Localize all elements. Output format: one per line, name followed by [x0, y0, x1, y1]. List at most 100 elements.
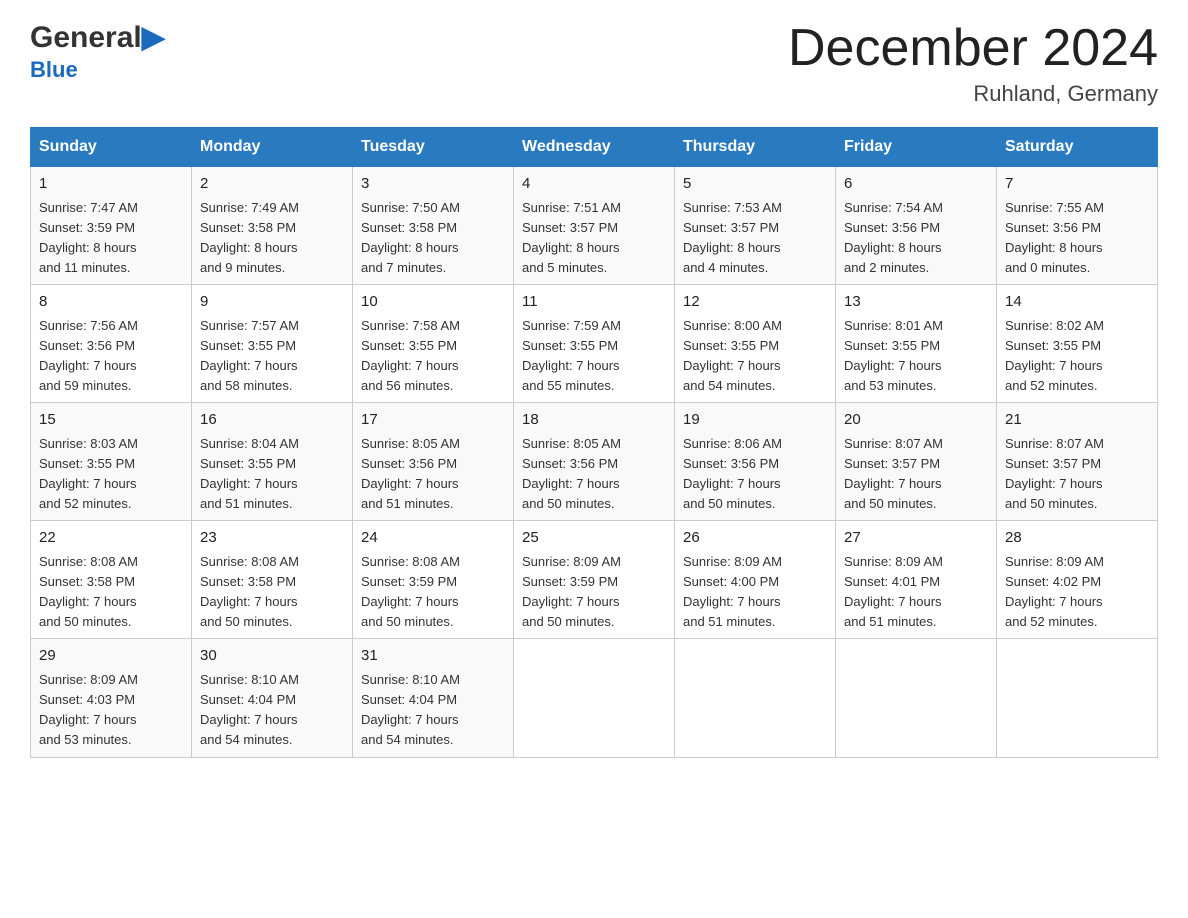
day-info: Sunrise: 7:53 AMSunset: 3:57 PMDaylight:…	[683, 198, 827, 279]
day-info: Sunrise: 7:56 AMSunset: 3:56 PMDaylight:…	[39, 316, 183, 397]
calendar-cell	[675, 639, 836, 757]
calendar-week-row: 29Sunrise: 8:09 AMSunset: 4:03 PMDayligh…	[31, 639, 1158, 757]
day-number: 7	[1005, 173, 1149, 196]
calendar-cell: 20Sunrise: 8:07 AMSunset: 3:57 PMDayligh…	[836, 403, 997, 521]
day-number: 23	[200, 527, 344, 550]
header-thursday: Thursday	[675, 128, 836, 167]
calendar-cell: 3Sunrise: 7:50 AMSunset: 3:58 PMDaylight…	[353, 167, 514, 285]
calendar-cell: 30Sunrise: 8:10 AMSunset: 4:04 PMDayligh…	[192, 639, 353, 757]
calendar-cell: 13Sunrise: 8:01 AMSunset: 3:55 PMDayligh…	[836, 285, 997, 403]
day-number: 27	[844, 527, 988, 550]
calendar-cell	[836, 639, 997, 757]
day-info: Sunrise: 8:04 AMSunset: 3:55 PMDaylight:…	[200, 434, 344, 515]
day-info: Sunrise: 8:09 AMSunset: 3:59 PMDaylight:…	[522, 552, 666, 633]
calendar-cell: 2Sunrise: 7:49 AMSunset: 3:58 PMDaylight…	[192, 167, 353, 285]
day-info: Sunrise: 8:08 AMSunset: 3:59 PMDaylight:…	[361, 552, 505, 633]
day-number: 10	[361, 291, 505, 314]
logo-blue-text: Blue	[30, 57, 78, 83]
day-info: Sunrise: 8:06 AMSunset: 3:56 PMDaylight:…	[683, 434, 827, 515]
day-info: Sunrise: 8:02 AMSunset: 3:55 PMDaylight:…	[1005, 316, 1149, 397]
header-friday: Friday	[836, 128, 997, 167]
header-monday: Monday	[192, 128, 353, 167]
calendar-cell: 15Sunrise: 8:03 AMSunset: 3:55 PMDayligh…	[31, 403, 192, 521]
day-info: Sunrise: 7:58 AMSunset: 3:55 PMDaylight:…	[361, 316, 505, 397]
calendar-cell	[514, 639, 675, 757]
day-info: Sunrise: 8:09 AMSunset: 4:03 PMDaylight:…	[39, 670, 183, 751]
calendar-cell: 9Sunrise: 7:57 AMSunset: 3:55 PMDaylight…	[192, 285, 353, 403]
calendar-cell: 26Sunrise: 8:09 AMSunset: 4:00 PMDayligh…	[675, 521, 836, 639]
calendar-cell: 11Sunrise: 7:59 AMSunset: 3:55 PMDayligh…	[514, 285, 675, 403]
day-number: 18	[522, 409, 666, 432]
day-info: Sunrise: 7:54 AMSunset: 3:56 PMDaylight:…	[844, 198, 988, 279]
day-number: 28	[1005, 527, 1149, 550]
day-number: 15	[39, 409, 183, 432]
day-info: Sunrise: 7:57 AMSunset: 3:55 PMDaylight:…	[200, 316, 344, 397]
day-number: 6	[844, 173, 988, 196]
calendar-cell	[997, 639, 1158, 757]
logo-general-text: General▶	[30, 20, 165, 55]
day-info: Sunrise: 8:09 AMSunset: 4:00 PMDaylight:…	[683, 552, 827, 633]
day-number: 4	[522, 173, 666, 196]
day-number: 11	[522, 291, 666, 314]
day-info: Sunrise: 7:49 AMSunset: 3:58 PMDaylight:…	[200, 198, 344, 279]
calendar-table: Sunday Monday Tuesday Wednesday Thursday…	[30, 127, 1158, 757]
calendar-cell: 10Sunrise: 7:58 AMSunset: 3:55 PMDayligh…	[353, 285, 514, 403]
day-info: Sunrise: 7:50 AMSunset: 3:58 PMDaylight:…	[361, 198, 505, 279]
calendar-week-row: 15Sunrise: 8:03 AMSunset: 3:55 PMDayligh…	[31, 403, 1158, 521]
calendar-week-row: 22Sunrise: 8:08 AMSunset: 3:58 PMDayligh…	[31, 521, 1158, 639]
header-tuesday: Tuesday	[353, 128, 514, 167]
calendar-cell: 19Sunrise: 8:06 AMSunset: 3:56 PMDayligh…	[675, 403, 836, 521]
day-number: 19	[683, 409, 827, 432]
day-info: Sunrise: 8:09 AMSunset: 4:02 PMDaylight:…	[1005, 552, 1149, 633]
day-number: 9	[200, 291, 344, 314]
calendar-cell: 28Sunrise: 8:09 AMSunset: 4:02 PMDayligh…	[997, 521, 1158, 639]
day-number: 3	[361, 173, 505, 196]
location-title: Ruhland, Germany	[788, 81, 1158, 107]
day-info: Sunrise: 8:08 AMSunset: 3:58 PMDaylight:…	[200, 552, 344, 633]
day-number: 16	[200, 409, 344, 432]
day-number: 2	[200, 173, 344, 196]
day-number: 25	[522, 527, 666, 550]
day-info: Sunrise: 8:09 AMSunset: 4:01 PMDaylight:…	[844, 552, 988, 633]
calendar-cell: 12Sunrise: 8:00 AMSunset: 3:55 PMDayligh…	[675, 285, 836, 403]
calendar-cell: 21Sunrise: 8:07 AMSunset: 3:57 PMDayligh…	[997, 403, 1158, 521]
day-number: 30	[200, 645, 344, 668]
calendar-cell: 5Sunrise: 7:53 AMSunset: 3:57 PMDaylight…	[675, 167, 836, 285]
day-info: Sunrise: 8:10 AMSunset: 4:04 PMDaylight:…	[361, 670, 505, 751]
day-info: Sunrise: 7:47 AMSunset: 3:59 PMDaylight:…	[39, 198, 183, 279]
calendar-cell: 22Sunrise: 8:08 AMSunset: 3:58 PMDayligh…	[31, 521, 192, 639]
header-sunday: Sunday	[31, 128, 192, 167]
day-number: 21	[1005, 409, 1149, 432]
calendar-cell: 16Sunrise: 8:04 AMSunset: 3:55 PMDayligh…	[192, 403, 353, 521]
calendar-cell: 23Sunrise: 8:08 AMSunset: 3:58 PMDayligh…	[192, 521, 353, 639]
day-number: 1	[39, 173, 183, 196]
day-info: Sunrise: 8:05 AMSunset: 3:56 PMDaylight:…	[361, 434, 505, 515]
day-info: Sunrise: 7:59 AMSunset: 3:55 PMDaylight:…	[522, 316, 666, 397]
day-info: Sunrise: 8:00 AMSunset: 3:55 PMDaylight:…	[683, 316, 827, 397]
day-number: 22	[39, 527, 183, 550]
calendar-body: 1Sunrise: 7:47 AMSunset: 3:59 PMDaylight…	[31, 167, 1158, 757]
day-number: 12	[683, 291, 827, 314]
day-info: Sunrise: 8:07 AMSunset: 3:57 PMDaylight:…	[844, 434, 988, 515]
day-number: 31	[361, 645, 505, 668]
header-wednesday: Wednesday	[514, 128, 675, 167]
day-number: 29	[39, 645, 183, 668]
day-info: Sunrise: 7:51 AMSunset: 3:57 PMDaylight:…	[522, 198, 666, 279]
calendar-cell: 25Sunrise: 8:09 AMSunset: 3:59 PMDayligh…	[514, 521, 675, 639]
page-header: General▶ Blue December 2024 Ruhland, Ger…	[30, 20, 1158, 107]
header-saturday: Saturday	[997, 128, 1158, 167]
day-info: Sunrise: 8:01 AMSunset: 3:55 PMDaylight:…	[844, 316, 988, 397]
calendar-cell: 8Sunrise: 7:56 AMSunset: 3:56 PMDaylight…	[31, 285, 192, 403]
calendar-cell: 7Sunrise: 7:55 AMSunset: 3:56 PMDaylight…	[997, 167, 1158, 285]
day-number: 5	[683, 173, 827, 196]
calendar-cell: 6Sunrise: 7:54 AMSunset: 3:56 PMDaylight…	[836, 167, 997, 285]
day-info: Sunrise: 8:05 AMSunset: 3:56 PMDaylight:…	[522, 434, 666, 515]
calendar-week-row: 1Sunrise: 7:47 AMSunset: 3:59 PMDaylight…	[31, 167, 1158, 285]
calendar-cell: 31Sunrise: 8:10 AMSunset: 4:04 PMDayligh…	[353, 639, 514, 757]
day-info: Sunrise: 8:07 AMSunset: 3:57 PMDaylight:…	[1005, 434, 1149, 515]
day-number: 17	[361, 409, 505, 432]
day-number: 26	[683, 527, 827, 550]
calendar-header-row: Sunday Monday Tuesday Wednesday Thursday…	[31, 128, 1158, 167]
day-info: Sunrise: 8:08 AMSunset: 3:58 PMDaylight:…	[39, 552, 183, 633]
calendar-cell: 29Sunrise: 8:09 AMSunset: 4:03 PMDayligh…	[31, 639, 192, 757]
